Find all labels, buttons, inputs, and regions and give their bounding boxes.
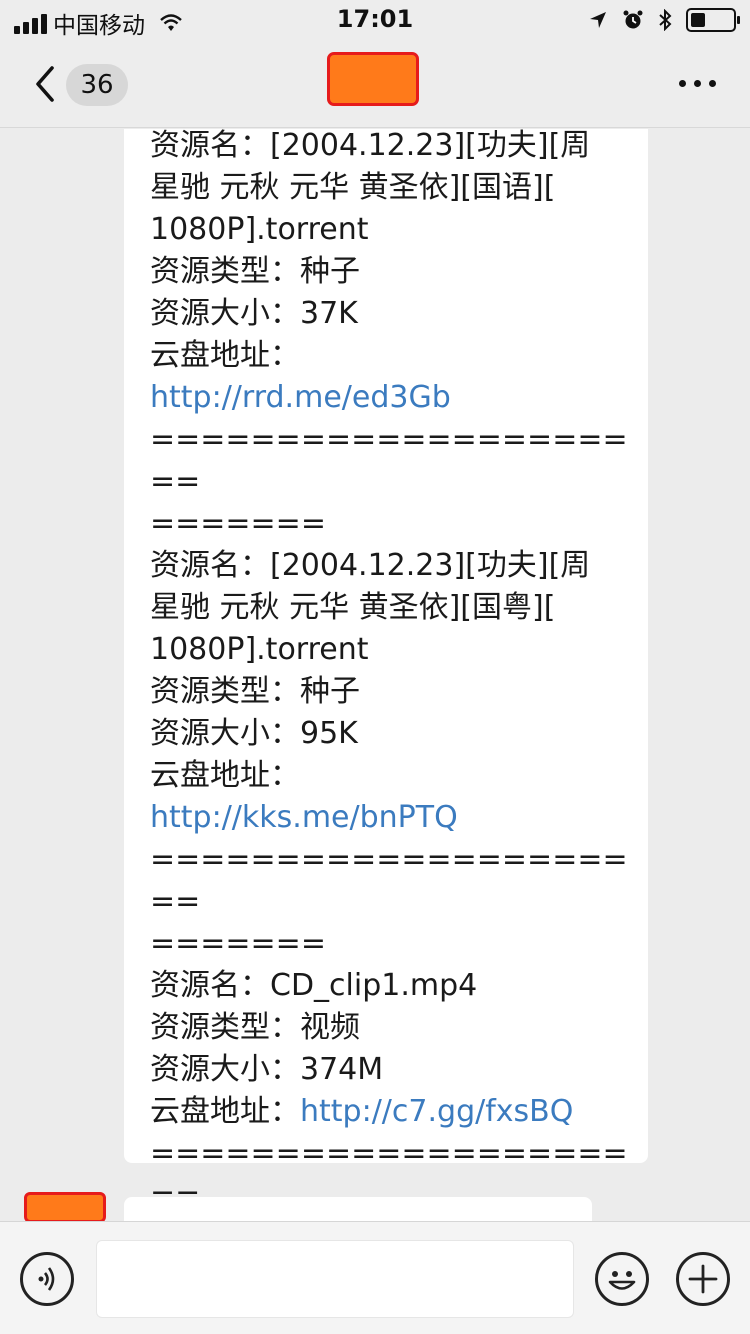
message-line: 资源名：[2004.12.23][功夫][周 <box>150 129 630 167</box>
message-line: 云盘地址： <box>150 335 630 377</box>
line-text: 资源名：[2004.12.23][功夫][周 <box>150 548 591 583</box>
message-link[interactable]: http://rrd.me/ed3Gb <box>150 377 630 419</box>
message-line: ======= <box>150 503 630 545</box>
link-text[interactable]: http://rrd.me/ed3Gb <box>150 380 451 415</box>
message-line: ======= <box>150 923 630 965</box>
message-line: ===================== <box>150 419 630 503</box>
line-text: 星驰 元秋 元华 黄圣依][国粤][ <box>150 590 556 625</box>
status-bar: 中国移动 17:01 <box>0 0 750 40</box>
message-line: 资源类型：种子 <box>150 671 630 713</box>
voice-icon[interactable] <box>20 1252 74 1306</box>
line-text: 资源名：[2004.12.23][功夫][周 <box>150 129 591 163</box>
back-chevron-icon[interactable] <box>26 62 66 106</box>
message-line: ===================== <box>150 839 630 923</box>
bluetooth-icon <box>659 9 672 31</box>
line-text: 资源大小：374M <box>150 1052 384 1087</box>
line-text: 云盘地址： <box>150 1094 300 1129</box>
message-link[interactable]: http://kks.me/bnPTQ <box>150 797 630 839</box>
chat-area[interactable]: 资源名：[2004.12.23][功夫][周 星驰 元秋 元华 黄圣依][国语][… <box>0 129 750 1221</box>
line-text: 云盘地址： <box>150 338 300 373</box>
message-line: 资源大小：37K <box>150 293 630 335</box>
message-line: 星驰 元秋 元华 黄圣依][国语][ <box>150 167 630 209</box>
message-line: 1080P].torrent <box>150 629 630 671</box>
link-text[interactable]: http://kks.me/bnPTQ <box>150 800 458 835</box>
line-text: 1080P].torrent <box>150 212 369 247</box>
line-text: 资源类型：视频 <box>150 1010 360 1045</box>
chat-title-redacted <box>327 52 419 106</box>
line-text: ======= <box>150 926 326 961</box>
message-bubble[interactable]: 资源名：[2004.12.23][功夫][周 星驰 元秋 元华 黄圣依][国语][… <box>124 129 648 1221</box>
line-text: 资源大小：37K <box>150 296 358 331</box>
message-line: 1080P].torrent <box>150 209 630 251</box>
line-text: 资源名：CD_clip1.mp4 <box>150 968 478 1003</box>
message-line: 资源名：CD_clip1.mp4 <box>150 965 630 1007</box>
alarm-icon <box>623 10 643 29</box>
emoji-icon[interactable] <box>595 1252 649 1306</box>
more-icon[interactable] <box>679 80 716 87</box>
chat-header: 36 <box>0 40 750 128</box>
message-line: 资源大小：95K <box>150 713 630 755</box>
status-right <box>588 8 740 32</box>
line-text: 星驰 元秋 元华 黄圣依][国语][ <box>150 170 556 205</box>
line-text: 资源大小：95K <box>150 716 358 751</box>
battery-level-fill <box>691 13 705 27</box>
message-line: 资源名：[2004.12.23][功夫][周 <box>150 545 630 587</box>
line-text: 资源类型：种子 <box>150 674 360 709</box>
message-line: 资源类型：种子 <box>150 251 630 293</box>
location-icon <box>590 12 606 28</box>
line-text: 资源类型：种子 <box>150 254 360 289</box>
line-text: ===================== <box>150 422 628 499</box>
message-input[interactable] <box>96 1240 574 1318</box>
line-text: 1080P].torrent <box>150 632 369 667</box>
next-message-bubble[interactable] <box>124 1197 592 1221</box>
message-line: 资源大小：374M <box>150 1049 630 1091</box>
unread-count-badge[interactable]: 36 <box>66 64 128 106</box>
sender-avatar-redacted[interactable] <box>24 1192 106 1221</box>
message-line: 资源类型：视频 <box>150 1007 630 1049</box>
message-line: 云盘地址： <box>150 755 630 797</box>
plus-icon[interactable] <box>676 1252 730 1306</box>
message-link[interactable]: http://c7.gg/fxsBQ <box>300 1094 573 1129</box>
line-text: 云盘地址： <box>150 758 300 793</box>
input-bar <box>0 1221 750 1334</box>
line-text: ======= <box>150 506 326 541</box>
battery-icon <box>686 8 740 32</box>
message-text: 资源名：[2004.12.23][功夫][周 星驰 元秋 元华 黄圣依][国语][… <box>150 129 630 1221</box>
message-line: 星驰 元秋 元华 黄圣依][国粤][ <box>150 587 630 629</box>
line-text: ===================== <box>150 842 628 919</box>
message-line: 云盘地址：http://c7.gg/fxsBQ <box>150 1091 630 1133</box>
